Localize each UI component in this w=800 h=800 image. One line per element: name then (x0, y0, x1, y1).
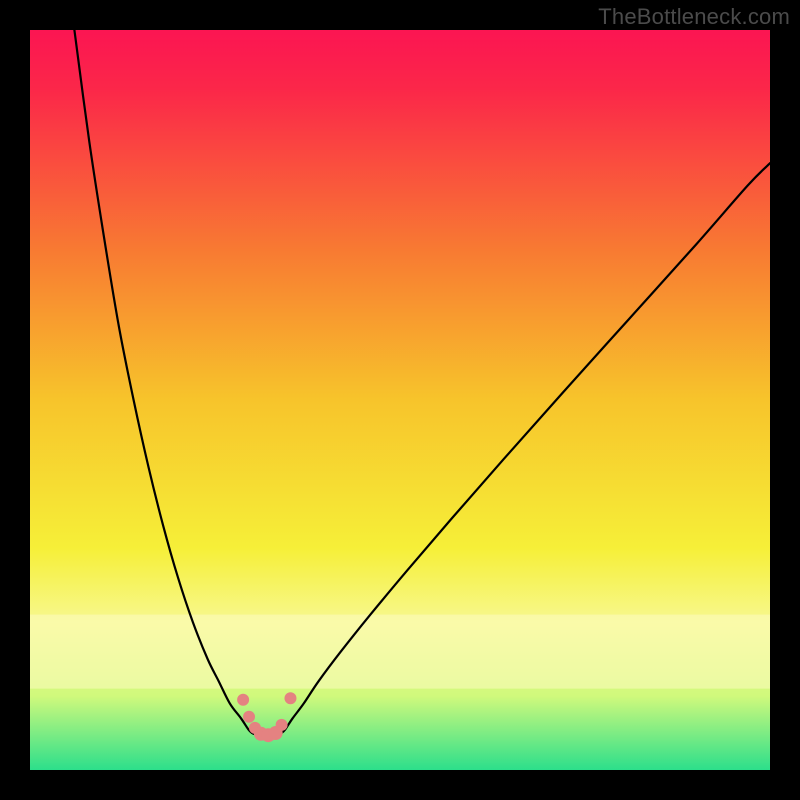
pale-band (30, 615, 770, 689)
marker-dot (243, 711, 255, 723)
watermark-text: TheBottleneck.com (598, 4, 790, 30)
chart-svg (30, 30, 770, 770)
marker-dot (276, 719, 288, 731)
plot-area (30, 30, 770, 770)
chart-frame: TheBottleneck.com (0, 0, 800, 800)
marker-dot (237, 694, 249, 706)
marker-dot (284, 692, 296, 704)
